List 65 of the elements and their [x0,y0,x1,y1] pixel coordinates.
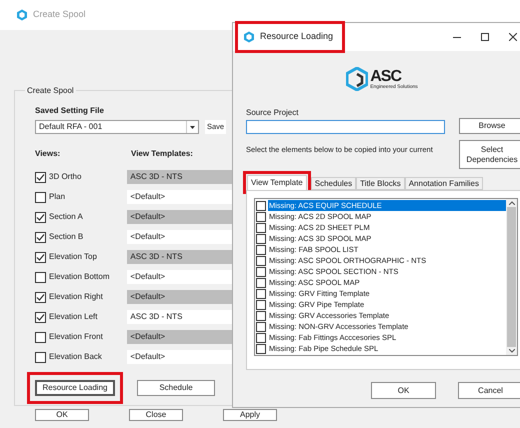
tab[interactable]: Annotation Families [404,177,483,190]
view-label: Elevation Bottom [49,271,110,283]
checkbox[interactable] [256,310,266,320]
footer-button[interactable]: Apply [223,409,277,421]
checkbox[interactable] [256,222,266,232]
dialog-title: Resource Loading [260,30,334,44]
checkbox[interactable] [256,322,266,332]
maximize-icon[interactable] [481,33,489,41]
view-label: Plan [49,191,66,203]
view-label: Elevation Right [49,291,103,303]
app-logo-icon [16,9,28,21]
checkbox[interactable] [256,288,266,298]
checkbox[interactable] [256,266,266,276]
checkbox[interactable] [35,232,46,242]
action-button[interactable]: Schedule [137,380,215,396]
select-dependencies-button[interactable]: Select Dependencies [459,140,520,169]
view-label: Section B [49,231,84,243]
checkbox[interactable] [256,234,266,244]
cancel-button[interactable]: Cancel [458,382,520,399]
checkbox[interactable] [256,212,266,222]
minimize-icon[interactable] [453,36,461,38]
logo-icon [346,67,368,91]
view-label: Section A [49,211,83,223]
ok-button[interactable]: OK [371,382,436,399]
source-project-field[interactable] [246,120,445,134]
group-title: Create Spool [25,85,76,97]
source-project-label: Source Project [246,107,300,119]
footer-button[interactable]: OK [35,409,89,421]
view-label: Elevation Back [49,351,102,363]
dropdown-arrow-icon [186,121,198,133]
checkbox[interactable] [256,244,266,254]
view-label: Elevation Left [49,311,98,323]
checkbox[interactable] [35,332,46,342]
templates-header: View Templates: [131,148,193,160]
view-label: Elevation Top [49,251,97,263]
checkbox[interactable] [35,272,46,282]
view-label: Elevation Front [49,331,103,343]
window-title: Create Spool [33,8,86,22]
browse-button[interactable]: Browse [459,118,520,134]
checkbox[interactable] [256,278,266,288]
app-logo-icon [243,31,255,43]
checkbox[interactable] [35,292,46,302]
checkbox[interactable] [256,332,266,342]
checkbox[interactable] [256,200,266,210]
checkbox[interactable] [35,172,46,182]
checkbox[interactable] [35,212,46,222]
saved-setting-label: Saved Setting File [35,105,105,117]
checkbox[interactable] [35,352,46,362]
checkbox[interactable] [256,344,266,354]
footer-button[interactable]: Close [129,409,183,421]
checkbox[interactable] [256,300,266,310]
checkbox[interactable] [35,192,46,202]
tab[interactable]: Title Blocks [356,177,405,190]
scroll-up-icon[interactable] [508,201,514,205]
views-header: Views: [35,148,62,160]
saved-setting-dropdown[interactable]: Default RFA - 001 [35,120,199,134]
checkbox[interactable] [35,312,46,322]
checkbox[interactable] [256,256,266,266]
tab[interactable]: Schedules [310,177,356,190]
scrollbar[interactable] [506,199,517,355]
logo-text: ASC [370,68,402,84]
close-icon[interactable] [509,33,517,41]
view-label: 3D Ortho [49,171,82,183]
checkbox[interactable] [35,252,46,262]
scroll-down-icon[interactable] [508,349,514,353]
